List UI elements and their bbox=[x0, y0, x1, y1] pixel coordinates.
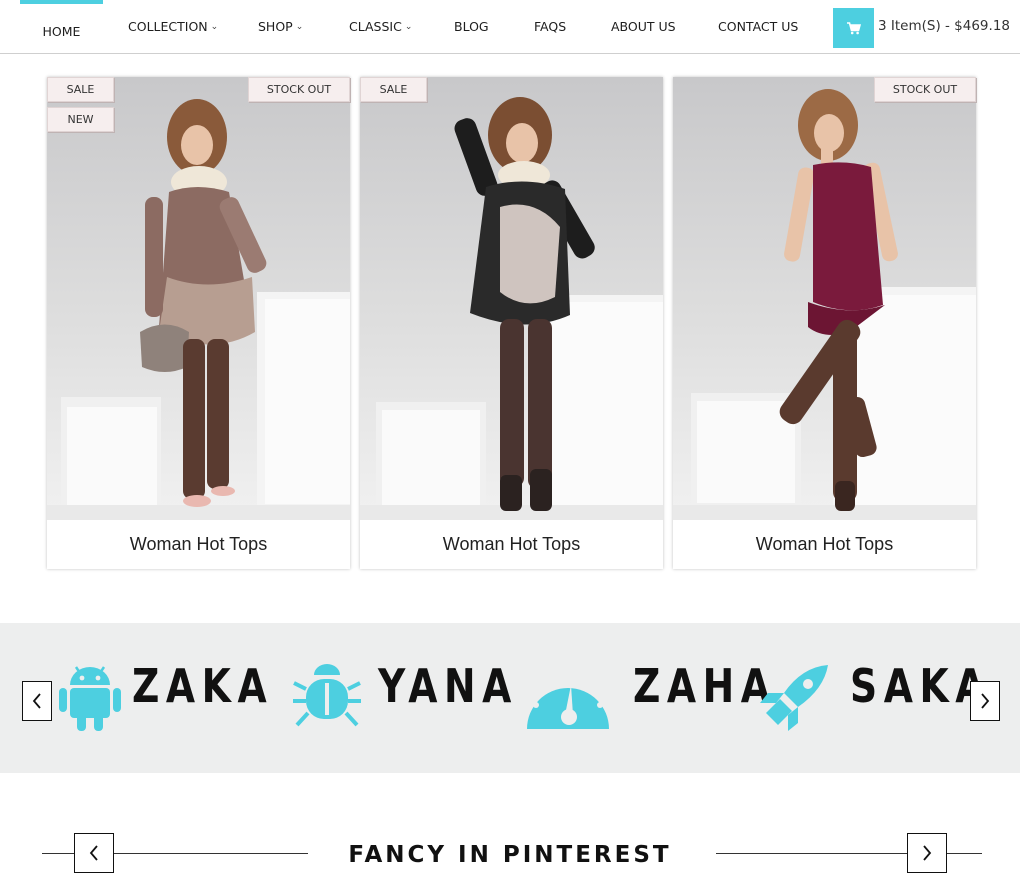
brand-saka[interactable]: SAKA bbox=[758, 659, 984, 739]
brand-prev-button[interactable] bbox=[22, 681, 52, 721]
brand-next-button[interactable] bbox=[970, 681, 1000, 721]
product-card[interactable]: SALE NEW STOCK OUT Woman Hot Tops bbox=[47, 77, 350, 569]
chevron-down-icon: ⌄ bbox=[295, 22, 304, 32]
product-image[interactable] bbox=[47, 77, 350, 520]
stock-out-badge: STOCK OUT bbox=[248, 77, 350, 102]
chevron-down-icon: ⌄ bbox=[210, 22, 219, 32]
brand-carousel: ZAKA YANA ZAHA SAKA bbox=[0, 623, 1020, 773]
product-title[interactable]: Woman Hot Tops bbox=[360, 520, 663, 569]
nav-shop-label: SHOP bbox=[258, 18, 293, 34]
main-navigation: HOME COLLECTION ⌄ SHOP ⌄ CLASSIC ⌄ BLOG … bbox=[0, 0, 1020, 54]
speedometer-icon bbox=[527, 670, 609, 729]
divider-line bbox=[716, 853, 907, 854]
chevron-right-icon bbox=[981, 693, 990, 709]
product-card[interactable]: STOCK OUT Woman Hot Tops bbox=[673, 77, 976, 569]
cart-summary[interactable]: 3 Item(S) - $469.18 bbox=[878, 18, 1010, 34]
nav-contact-us-label: CONTACT US bbox=[718, 18, 799, 34]
sale-badge: SALE bbox=[47, 77, 114, 102]
nav-home[interactable]: HOME bbox=[20, 0, 103, 52]
nav-collection-label: COLLECTION bbox=[128, 18, 208, 34]
nav-blog-label: BLOG bbox=[454, 18, 489, 34]
product-image[interactable] bbox=[673, 77, 976, 520]
nav-blog[interactable]: BLOG bbox=[454, 0, 489, 52]
product-title[interactable]: Woman Hot Tops bbox=[673, 520, 976, 569]
cart-button[interactable] bbox=[833, 8, 874, 48]
product-title[interactable]: Woman Hot Tops bbox=[47, 520, 350, 569]
nav-about-us[interactable]: ABOUT US bbox=[611, 0, 676, 52]
chevron-down-icon: ⌄ bbox=[404, 22, 413, 32]
rocket-icon bbox=[760, 665, 828, 731]
nav-collection[interactable]: COLLECTION ⌄ bbox=[128, 0, 218, 52]
divider-line bbox=[947, 853, 982, 854]
sale-badge: SALE bbox=[360, 77, 427, 102]
nav-classic[interactable]: CLASSIC ⌄ bbox=[349, 0, 412, 52]
brand-name: ZAHA bbox=[633, 659, 777, 713]
nav-classic-label: CLASSIC bbox=[349, 18, 402, 34]
section-title: FANCY IN PINTEREST bbox=[348, 842, 672, 868]
nav-contact-us[interactable]: CONTACT US bbox=[718, 0, 798, 52]
brand-name: ZAKA bbox=[132, 659, 274, 713]
android-icon bbox=[59, 666, 121, 731]
nav-home-label: HOME bbox=[42, 23, 81, 39]
chevron-left-icon bbox=[32, 693, 41, 709]
chevron-right-icon bbox=[923, 845, 932, 861]
new-badge: NEW bbox=[47, 107, 114, 132]
stock-out-badge: STOCK OUT bbox=[874, 77, 976, 102]
shopping-cart-icon bbox=[846, 21, 861, 34]
bug-icon bbox=[293, 664, 361, 727]
nav-faqs[interactable]: FAQS bbox=[534, 0, 566, 52]
nav-faqs-label: FAQS bbox=[534, 18, 567, 34]
product-image[interactable] bbox=[360, 77, 663, 520]
brand-zaha[interactable]: ZAHA bbox=[525, 659, 770, 739]
nav-about-us-label: ABOUT US bbox=[611, 18, 676, 34]
nav-shop[interactable]: SHOP ⌄ bbox=[258, 0, 303, 52]
brand-zaka[interactable]: ZAKA bbox=[58, 659, 267, 739]
product-card[interactable]: SALE Woman Hot Tops bbox=[360, 77, 663, 569]
brand-yana[interactable]: YANA bbox=[292, 659, 511, 739]
brand-name: YANA bbox=[378, 659, 518, 713]
pinterest-next-button[interactable] bbox=[907, 833, 947, 873]
